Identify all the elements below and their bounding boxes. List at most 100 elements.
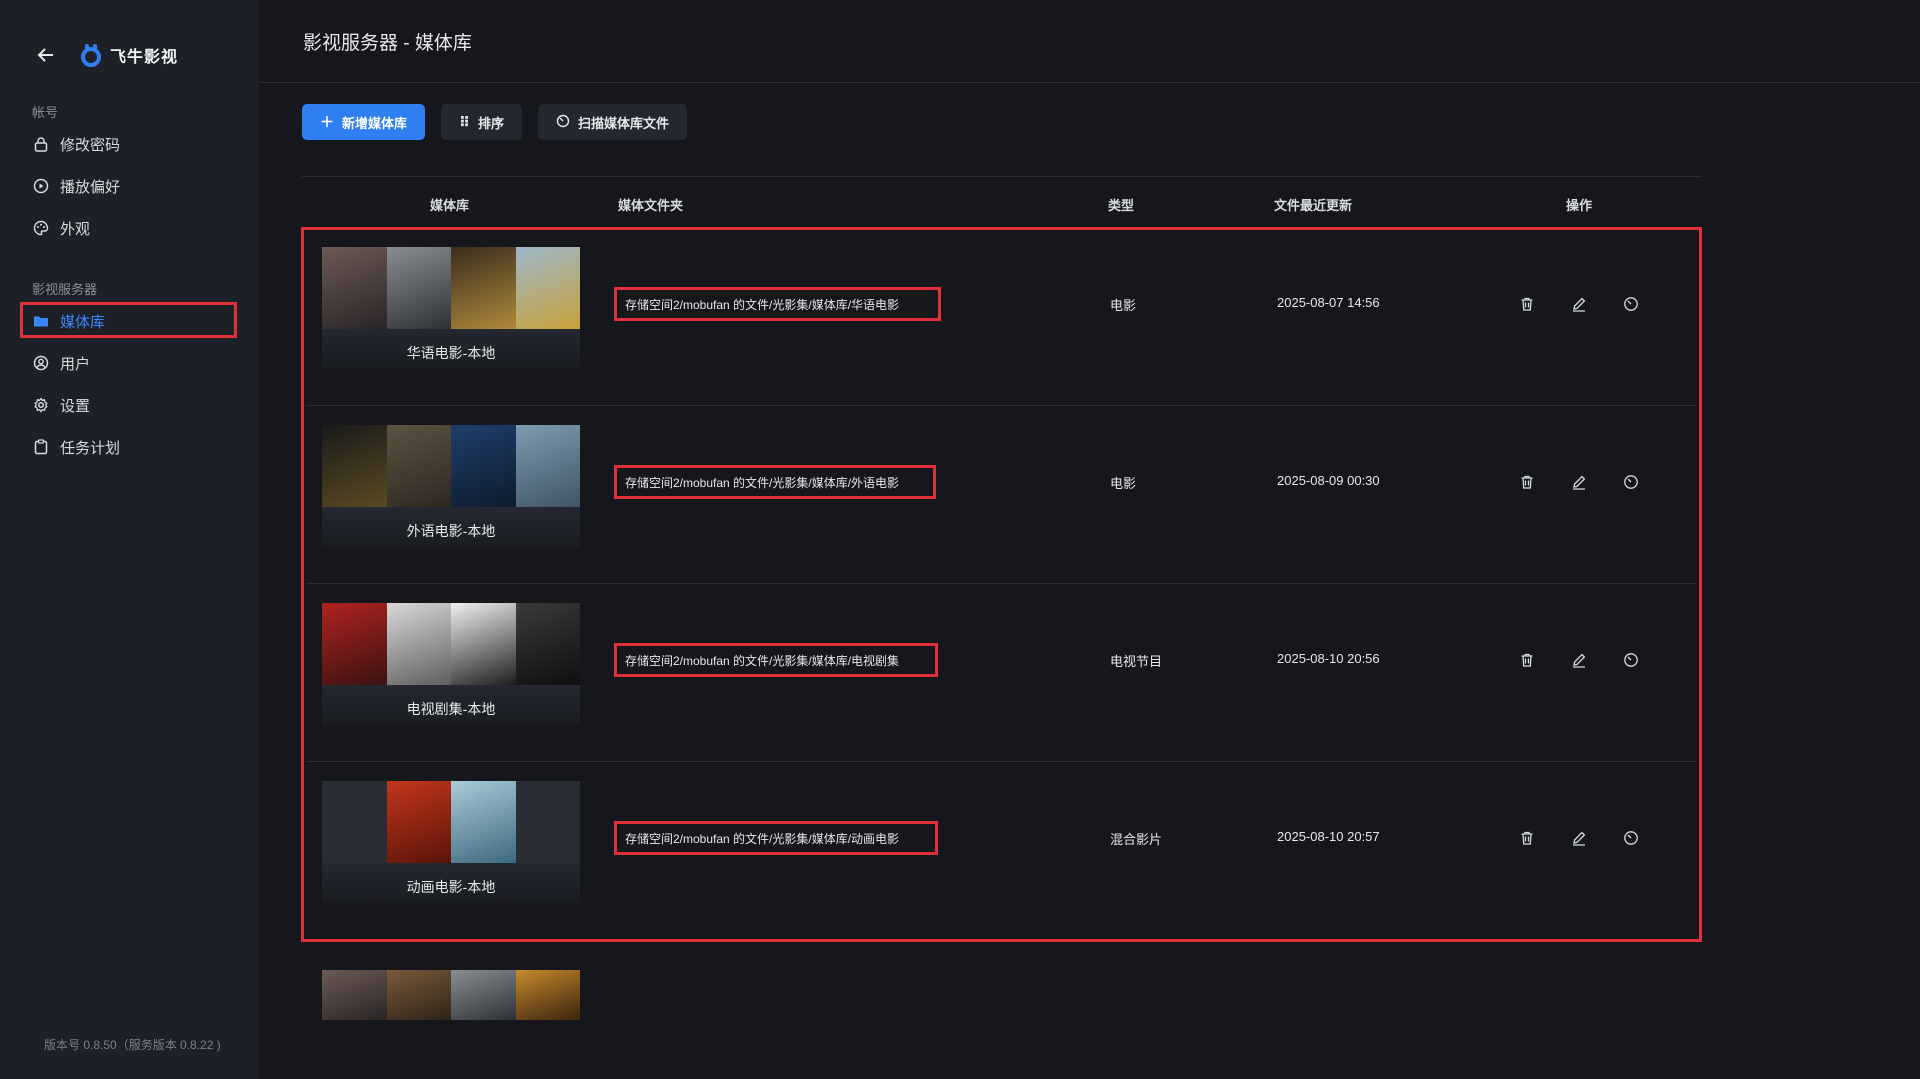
pencil-icon [1573, 475, 1586, 490]
sidebar-item-label: 设置 [60, 397, 91, 415]
back-button[interactable] [34, 43, 58, 67]
poster-strip [322, 781, 580, 863]
sidebar-item-scheduled-tasks[interactable]: 任务计划 [32, 432, 120, 462]
brand: 飞牛影视 [34, 40, 178, 70]
poster-strip [322, 425, 580, 507]
pencil-icon [1573, 653, 1586, 668]
edit-button[interactable] [1568, 827, 1590, 849]
poster-image [451, 781, 516, 863]
scan-library-label: 扫描媒体库文件 [577, 115, 669, 131]
sidebar-item-users[interactable]: 用户 [32, 348, 90, 378]
sidebar-item-label: 修改密码 [60, 136, 121, 154]
scan-button[interactable] [1620, 649, 1642, 671]
trash-icon [1521, 653, 1533, 667]
poster-image [322, 247, 387, 329]
play-circle-icon [32, 177, 50, 195]
poster-placeholder [515, 781, 580, 863]
poster-image [386, 970, 451, 1020]
add-library-button[interactable]: ＋ 新增媒体库 [302, 104, 426, 140]
scan-icon [1624, 831, 1638, 845]
version-text: 版本号 0.8.50（服务版本 0.8.22 ) [44, 1038, 221, 1052]
arrow-left-icon [37, 48, 53, 62]
sidebar-item-label: 媒体库 [60, 313, 106, 331]
library-type: 电影 [1110, 298, 1137, 313]
app-logo-icon [81, 44, 101, 67]
poster-image [386, 603, 451, 685]
header: 影视服务器 - 媒体库 [259, 0, 1920, 83]
edit-button[interactable] [1568, 471, 1590, 493]
sidebar-item-change-password[interactable]: 修改密码 [32, 129, 120, 159]
sort-label: 排序 [477, 115, 504, 131]
scan-button[interactable] [1620, 827, 1642, 849]
sidebar-item-label: 任务计划 [60, 439, 121, 457]
sidebar-item-label: 用户 [60, 355, 91, 373]
library-type: 电视节目 [1110, 654, 1163, 669]
poster-image [515, 970, 580, 1020]
lock-icon [32, 135, 50, 153]
column-header-library: 媒体库 [430, 198, 470, 213]
poster-strip [322, 247, 580, 329]
user-circle-icon [32, 354, 50, 372]
gear-icon [32, 396, 50, 414]
poster-image [386, 247, 451, 329]
page-title: 影视服务器 - 媒体库 [303, 33, 472, 54]
library-name: 华语电影-本地 [406, 345, 496, 361]
sidebar-item-media-library[interactable]: 媒体库 [32, 306, 105, 336]
poster-image [386, 425, 451, 507]
trash-icon [1521, 831, 1533, 845]
library-type: 电影 [1110, 476, 1137, 491]
column-header-actions: 操作 [1566, 198, 1593, 213]
sidebar-item-appearance[interactable]: 外观 [32, 213, 90, 243]
delete-button[interactable] [1516, 471, 1538, 493]
server-section-title: 影视服务器 [32, 282, 98, 297]
folder-icon [32, 312, 50, 330]
folder-path: 存储空间2/mobufan 的文件/光影集/媒体库/电视剧集 [614, 643, 938, 677]
account-section-title: 帐号 [32, 105, 59, 120]
poster-image [515, 603, 580, 685]
delete-button[interactable] [1516, 293, 1538, 315]
library-name: 电视剧集-本地 [406, 701, 496, 717]
sidebar-item-playback-preferences[interactable]: 播放偏好 [32, 171, 120, 201]
library-cover[interactable]: 外语电影-本地 [322, 425, 580, 547]
library-name: 动画电影-本地 [406, 879, 496, 895]
scan-icon [556, 114, 570, 131]
library-cover[interactable]: 动画电影-本地 [322, 781, 580, 903]
scan-library-button[interactable]: 扫描媒体库文件 [537, 104, 687, 140]
poster-placeholder [322, 781, 387, 863]
folder-path: 存储空间2/mobufan 的文件/光影集/媒体库/外语电影 [614, 465, 936, 499]
edit-button[interactable] [1568, 649, 1590, 671]
poster-image [451, 970, 516, 1020]
scan-icon [1624, 653, 1638, 667]
scan-icon [1624, 475, 1638, 489]
edit-button[interactable] [1568, 293, 1590, 315]
poster-image [451, 247, 516, 329]
trash-icon [1521, 475, 1533, 489]
library-cover[interactable]: 华语电影-本地 [322, 247, 580, 369]
sidebar-item-label: 外观 [60, 220, 91, 238]
delete-button[interactable] [1516, 827, 1538, 849]
trash-icon [1521, 297, 1533, 311]
poster-image [515, 247, 580, 329]
table-row: 动画电影-本地 存储空间2/mobufan 的文件/光影集/媒体库/动画电影 混… [306, 761, 1696, 939]
last-updated: 2025-08-07 14:56 [1277, 295, 1380, 310]
library-cover-partial[interactable] [322, 970, 580, 1020]
table-row: 电视剧集-本地 存储空间2/mobufan 的文件/光影集/媒体库/电视剧集 电… [306, 583, 1696, 762]
poster-image [322, 425, 387, 507]
sidebar: 飞牛影视 帐号 修改密码 播放偏好 外观 影视服务器 媒体库 用户 设置 任务计… [0, 0, 259, 1079]
poster-image [322, 603, 387, 685]
toolbar: ＋ 新增媒体库 ⠿ 排序 扫描媒体库文件 [302, 104, 687, 140]
sidebar-item-settings[interactable]: 设置 [32, 390, 90, 420]
library-name: 外语电影-本地 [406, 523, 496, 539]
delete-button[interactable] [1516, 649, 1538, 671]
scan-button[interactable] [1620, 471, 1642, 493]
last-updated: 2025-08-09 00:30 [1277, 473, 1380, 488]
sort-button[interactable]: ⠿ 排序 [441, 104, 522, 140]
folder-path: 存储空间2/mobufan 的文件/光影集/媒体库/华语电影 [614, 287, 941, 321]
library-cover[interactable]: 电视剧集-本地 [322, 603, 580, 725]
column-header-type: 类型 [1108, 198, 1135, 213]
column-header-folder: 媒体文件夹 [618, 198, 684, 213]
table-row: 华语电影-本地 存储空间2/mobufan 的文件/光影集/媒体库/华语电影 电… [306, 227, 1696, 406]
palette-icon [32, 219, 50, 237]
scan-button[interactable] [1620, 293, 1642, 315]
poster-image [451, 603, 516, 685]
